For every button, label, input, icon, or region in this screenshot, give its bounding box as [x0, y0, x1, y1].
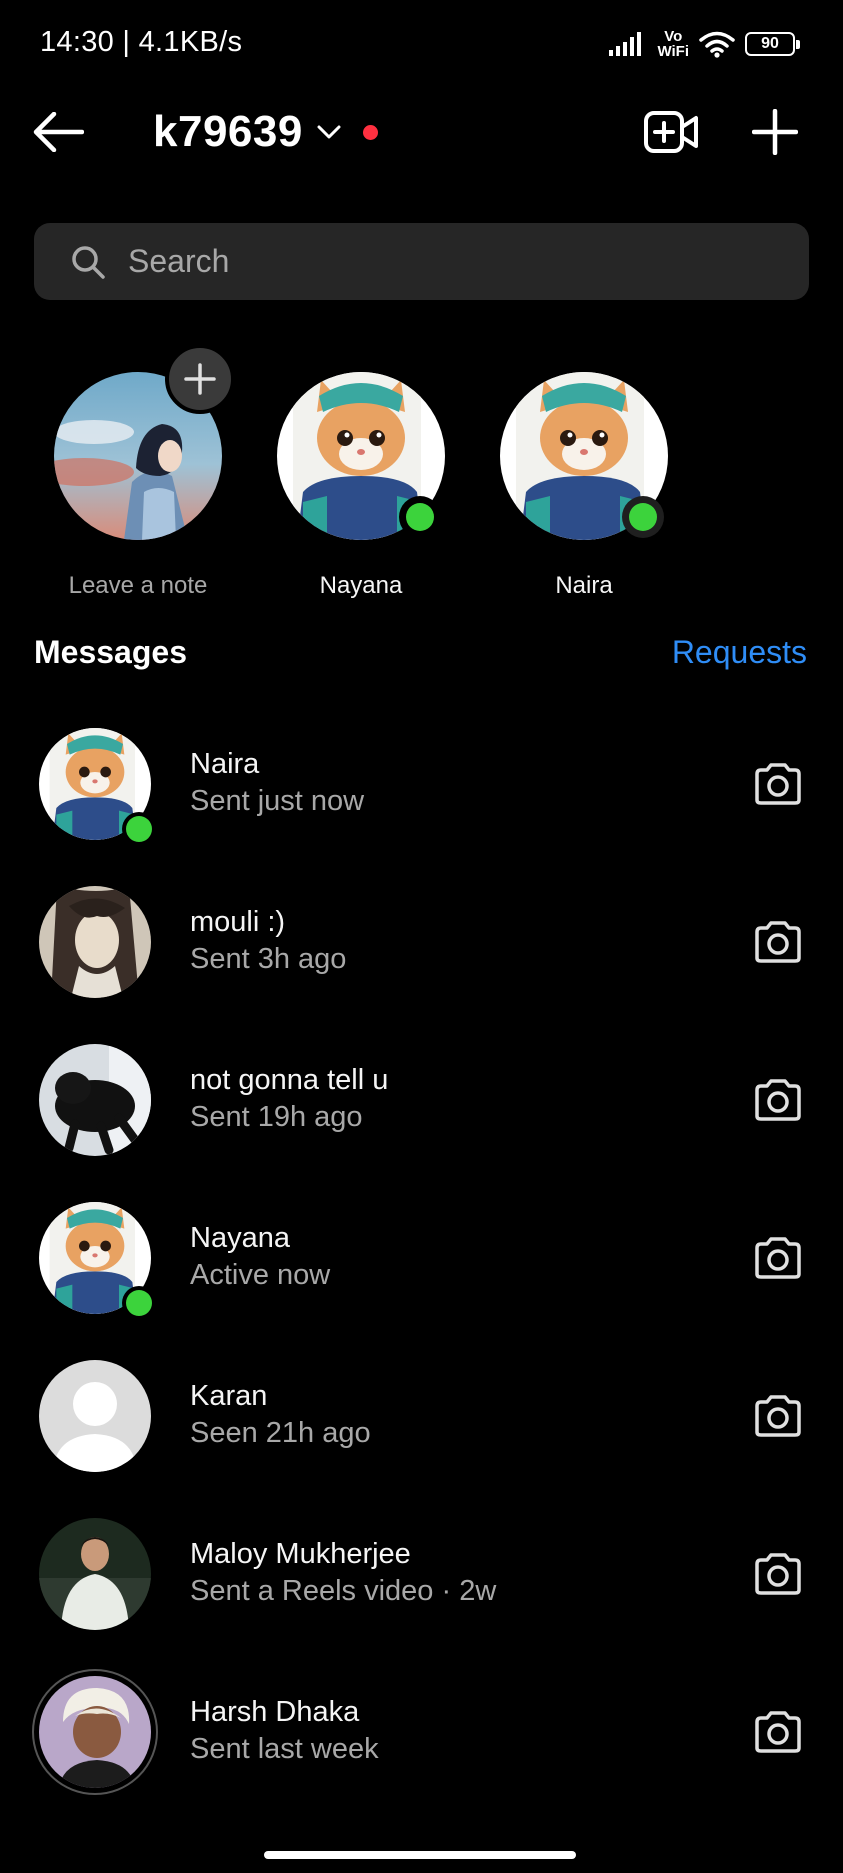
- vowifi-icon: Vo WiFi: [657, 29, 689, 59]
- conversation-text: Karan Seen 21h ago: [190, 1378, 371, 1452]
- conversation-text: Nayana Active now: [190, 1220, 330, 1294]
- conversation-text: Naira Sent just now: [190, 746, 364, 820]
- camera-icon: [755, 1079, 801, 1121]
- note-nayana[interactable]: Nayana: [261, 340, 461, 610]
- conversation-row[interactable]: Maloy Mukherjee Sent a Reels video · 2w: [0, 1506, 843, 1664]
- messages-header: Messages Requests: [0, 628, 843, 678]
- online-indicator: [122, 812, 156, 846]
- avatar[interactable]: [39, 886, 151, 998]
- notification-dot: [362, 124, 378, 140]
- signal-icon: [609, 32, 642, 56]
- note-label: Leave a note: [68, 572, 208, 599]
- new-message-button[interactable]: [745, 102, 805, 162]
- add-note-button[interactable]: [165, 344, 235, 414]
- online-indicator: [399, 496, 441, 538]
- chevron-down-icon: [317, 125, 341, 139]
- camera-button[interactable]: [748, 1388, 808, 1444]
- conversation-row[interactable]: Harsh Dhaka Sent last week: [0, 1664, 843, 1822]
- note-label: Nayana: [319, 572, 403, 599]
- conversation-list: Naira Sent just now mouli :) Sent 3h ago: [0, 716, 843, 1822]
- vowifi-top: Vo: [664, 28, 683, 45]
- conversation-row[interactable]: mouli :) Sent 3h ago: [0, 874, 843, 1032]
- note-naira[interactable]: Naira: [484, 340, 684, 610]
- notes-row: Leave a note Nayana Naira: [0, 340, 843, 610]
- conversation-status: Seen 21h ago: [190, 1417, 371, 1449]
- avatar-placeholder[interactable]: [39, 1360, 151, 1472]
- camera-icon: [755, 1711, 801, 1753]
- conversation-name: mouli :): [190, 906, 286, 938]
- conversation-status: Sent a Reels video · 2w: [190, 1575, 497, 1607]
- plus-icon: [752, 109, 798, 155]
- requests-link[interactable]: Requests: [672, 634, 807, 671]
- avatar[interactable]: [39, 1518, 151, 1630]
- camera-button[interactable]: [748, 914, 808, 970]
- conversation-text: not gonna tell u Sent 19h ago: [190, 1062, 388, 1136]
- wifi-icon: [699, 31, 735, 58]
- search-bar[interactable]: [34, 223, 809, 300]
- conversation-text: mouli :) Sent 3h ago: [190, 904, 346, 978]
- conversation-text: Maloy Mukherjee Sent a Reels video · 2w: [190, 1536, 496, 1610]
- avatar[interactable]: [39, 1044, 151, 1156]
- conversation-name: Maloy Mukherjee: [190, 1538, 411, 1570]
- camera-button[interactable]: [748, 1230, 808, 1286]
- online-indicator: [622, 496, 664, 538]
- camera-button[interactable]: [748, 756, 808, 812]
- camera-button[interactable]: [748, 1546, 808, 1602]
- conversation-text: Harsh Dhaka Sent last week: [190, 1694, 379, 1768]
- back-button[interactable]: [28, 104, 88, 160]
- home-indicator[interactable]: [264, 1851, 576, 1859]
- account-switcher[interactable]: k79639: [153, 100, 378, 164]
- conversation-status: Active now: [190, 1259, 331, 1291]
- camera-icon: [755, 1553, 801, 1595]
- camera-button[interactable]: [748, 1072, 808, 1128]
- battery-icon: 90: [745, 32, 800, 56]
- conversation-status: Sent 3h ago: [190, 943, 347, 975]
- camera-icon: [755, 1237, 801, 1279]
- note-own[interactable]: Leave a note: [38, 340, 238, 610]
- messages-title: Messages: [34, 634, 187, 670]
- avatar[interactable]: [39, 1676, 151, 1788]
- plus-icon: [184, 363, 216, 395]
- conversation-row[interactable]: Naira Sent just now: [0, 716, 843, 874]
- conversation-name: Naira: [190, 748, 260, 780]
- conversation-row[interactable]: not gonna tell u Sent 19h ago: [0, 1032, 843, 1190]
- status-bar: 14:30 | 4.1KB/s Vo WiFi 90: [0, 0, 843, 90]
- video-add-icon: [644, 111, 698, 153]
- note-label: Naira: [555, 572, 613, 599]
- top-header: k79639: [0, 90, 843, 174]
- search-input[interactable]: [128, 243, 768, 280]
- vowifi-bottom: WiFi: [657, 43, 689, 60]
- search-icon: [68, 242, 108, 282]
- status-time-speed: 14:30 | 4.1KB/s: [40, 26, 243, 58]
- conversation-name: not gonna tell u: [190, 1064, 389, 1096]
- conversation-name: Harsh Dhaka: [190, 1696, 360, 1728]
- camera-icon: [755, 921, 801, 963]
- conversation-row[interactable]: Nayana Active now: [0, 1190, 843, 1348]
- conversation-row[interactable]: Karan Seen 21h ago: [0, 1348, 843, 1506]
- conversation-status: Sent last week: [190, 1733, 379, 1765]
- battery-level: 90: [761, 35, 779, 52]
- camera-icon: [755, 763, 801, 805]
- new-video-call-button[interactable]: [640, 102, 702, 162]
- conversation-name: Nayana: [190, 1222, 290, 1254]
- conversation-name: Karan: [190, 1380, 268, 1412]
- camera-icon: [755, 1395, 801, 1437]
- online-indicator: [122, 1286, 156, 1320]
- camera-button[interactable]: [748, 1704, 808, 1760]
- conversation-status: Sent just now: [190, 785, 365, 817]
- back-arrow-icon: [33, 112, 84, 152]
- status-icons: Vo WiFi 90: [609, 26, 800, 62]
- username: k79639: [153, 107, 303, 156]
- conversation-status: Sent 19h ago: [190, 1101, 363, 1133]
